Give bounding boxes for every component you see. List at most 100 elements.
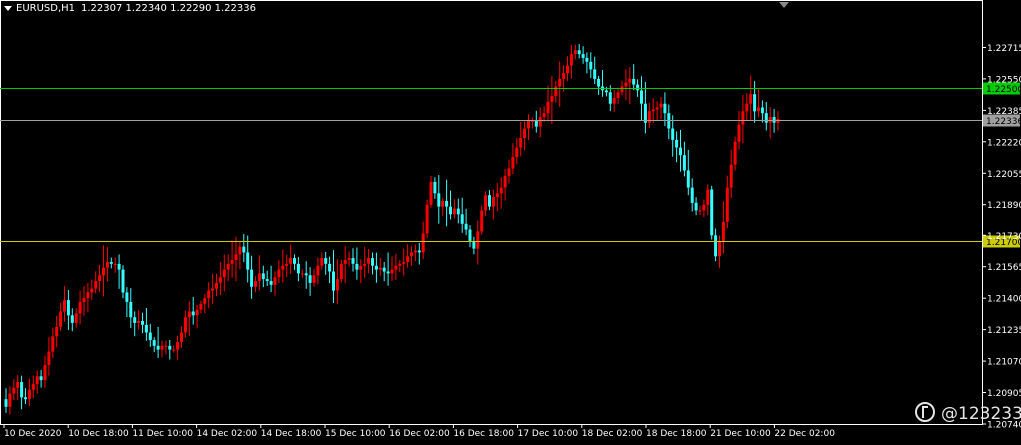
- candle-body: [371, 258, 374, 266]
- candle-body: [760, 107, 764, 114]
- candle-body: [679, 147, 682, 156]
- candle-body: [515, 147, 519, 158]
- candle-body: [172, 349, 176, 351]
- candle-body: [406, 256, 410, 262]
- candle-body: [710, 189, 714, 236]
- candle-body: [51, 336, 55, 352]
- candle-body: [706, 189, 710, 205]
- y-tick-label: 1.22550: [987, 75, 1021, 85]
- candle-body: [554, 86, 558, 96]
- candle-body: [402, 261, 406, 264]
- candle-body: [585, 57, 589, 62]
- candle-body: [507, 168, 511, 177]
- chart-shift-marker-icon[interactable]: [779, 2, 789, 8]
- x-tick-label: 22 Dec 02:00: [774, 429, 835, 439]
- candle-body: [86, 292, 90, 299]
- candle-body: [250, 269, 254, 287]
- candle-body: [31, 384, 35, 390]
- candle-body: [593, 69, 597, 79]
- candle-body: [312, 275, 316, 283]
- candle-body: [729, 164, 733, 188]
- y-tick-label: 1.22220: [987, 138, 1021, 148]
- candle-body: [725, 187, 729, 222]
- candle-body: [144, 324, 148, 333]
- candle-body: [363, 263, 367, 266]
- candle-body: [429, 181, 433, 205]
- x-tick-label: 18 Dec 18:00: [646, 429, 707, 439]
- candle-body: [566, 65, 569, 74]
- candle-body: [702, 204, 706, 211]
- candle-body: [589, 61, 593, 70]
- candle-body: [328, 263, 332, 272]
- candle-body: [675, 139, 679, 148]
- candle-body: [211, 288, 215, 291]
- candle-body: [238, 246, 242, 255]
- candle-body: [671, 128, 675, 140]
- price-chart[interactable]: 1.225001.223361.217001.227151.225501.223…: [0, 0, 1021, 445]
- candle-body: [215, 282, 218, 289]
- chart-menu-icon[interactable]: [4, 5, 12, 11]
- candle-body: [125, 292, 129, 302]
- candle-body: [449, 206, 452, 215]
- candle-body: [199, 303, 203, 310]
- candle-body: [281, 265, 285, 270]
- x-tick-label: 15 Dec 10:00: [325, 429, 386, 439]
- candle-body: [39, 376, 43, 381]
- y-tick-label: 1.21235: [987, 326, 1021, 336]
- candle-body: [452, 208, 456, 215]
- candle-body: [484, 195, 488, 211]
- candle-body: [289, 258, 293, 264]
- candle-body: [27, 389, 31, 400]
- candle-body: [234, 254, 238, 260]
- candle-body: [74, 313, 78, 323]
- candle-body: [117, 263, 121, 270]
- candle-body: [441, 200, 445, 207]
- candle-body: [499, 187, 503, 194]
- candle-body: [636, 84, 640, 91]
- candle-body: [503, 176, 507, 188]
- candle-body: [195, 309, 199, 316]
- current-level-label: 1.22336: [986, 117, 1021, 127]
- candle-body: [308, 275, 312, 283]
- y-tick-label: 1.21070: [987, 358, 1021, 368]
- candle-body: [152, 340, 156, 346]
- candle-body: [293, 258, 296, 264]
- candle-body: [109, 261, 113, 264]
- candle-body: [608, 92, 612, 104]
- candle-body: [168, 345, 172, 350]
- candle-body: [257, 273, 261, 281]
- candle-body: [577, 50, 581, 55]
- candle-body: [187, 311, 191, 318]
- candle-body: [35, 376, 39, 384]
- candle-body: [651, 109, 655, 112]
- candle-body: [491, 197, 495, 207]
- candle-body: [488, 195, 491, 207]
- candle-body: [523, 128, 527, 138]
- candle-body: [63, 300, 66, 312]
- candle-body: [355, 263, 359, 270]
- candle-body: [207, 290, 211, 299]
- candle-body: [495, 193, 499, 198]
- candle-body: [538, 117, 542, 127]
- candle-body: [558, 78, 562, 87]
- chart-header: EURUSD,H1 1.22307 1.22340 1.22290 1.22336: [4, 3, 256, 14]
- candle-body: [519, 138, 523, 148]
- candle-body: [550, 96, 554, 102]
- candle-body: [604, 90, 608, 93]
- candle-body: [141, 321, 144, 325]
- candle-body: [359, 265, 363, 270]
- candle-body: [655, 107, 659, 110]
- candle-body: [191, 311, 195, 316]
- candle-body: [230, 260, 234, 264]
- candle-body: [246, 252, 250, 270]
- candle-body: [226, 263, 230, 270]
- y-tick-label: 1.22385: [987, 107, 1021, 117]
- x-tick-label: 14 Dec 18:00: [261, 429, 322, 439]
- candle-body: [105, 261, 109, 268]
- candle-body: [753, 94, 757, 112]
- y-tick-label: 1.21730: [987, 232, 1021, 242]
- x-tick-label: 16 Dec 02:00: [389, 429, 450, 439]
- watermark-logo-icon: [915, 402, 935, 422]
- candle-body: [285, 263, 289, 266]
- candle-body: [43, 364, 47, 381]
